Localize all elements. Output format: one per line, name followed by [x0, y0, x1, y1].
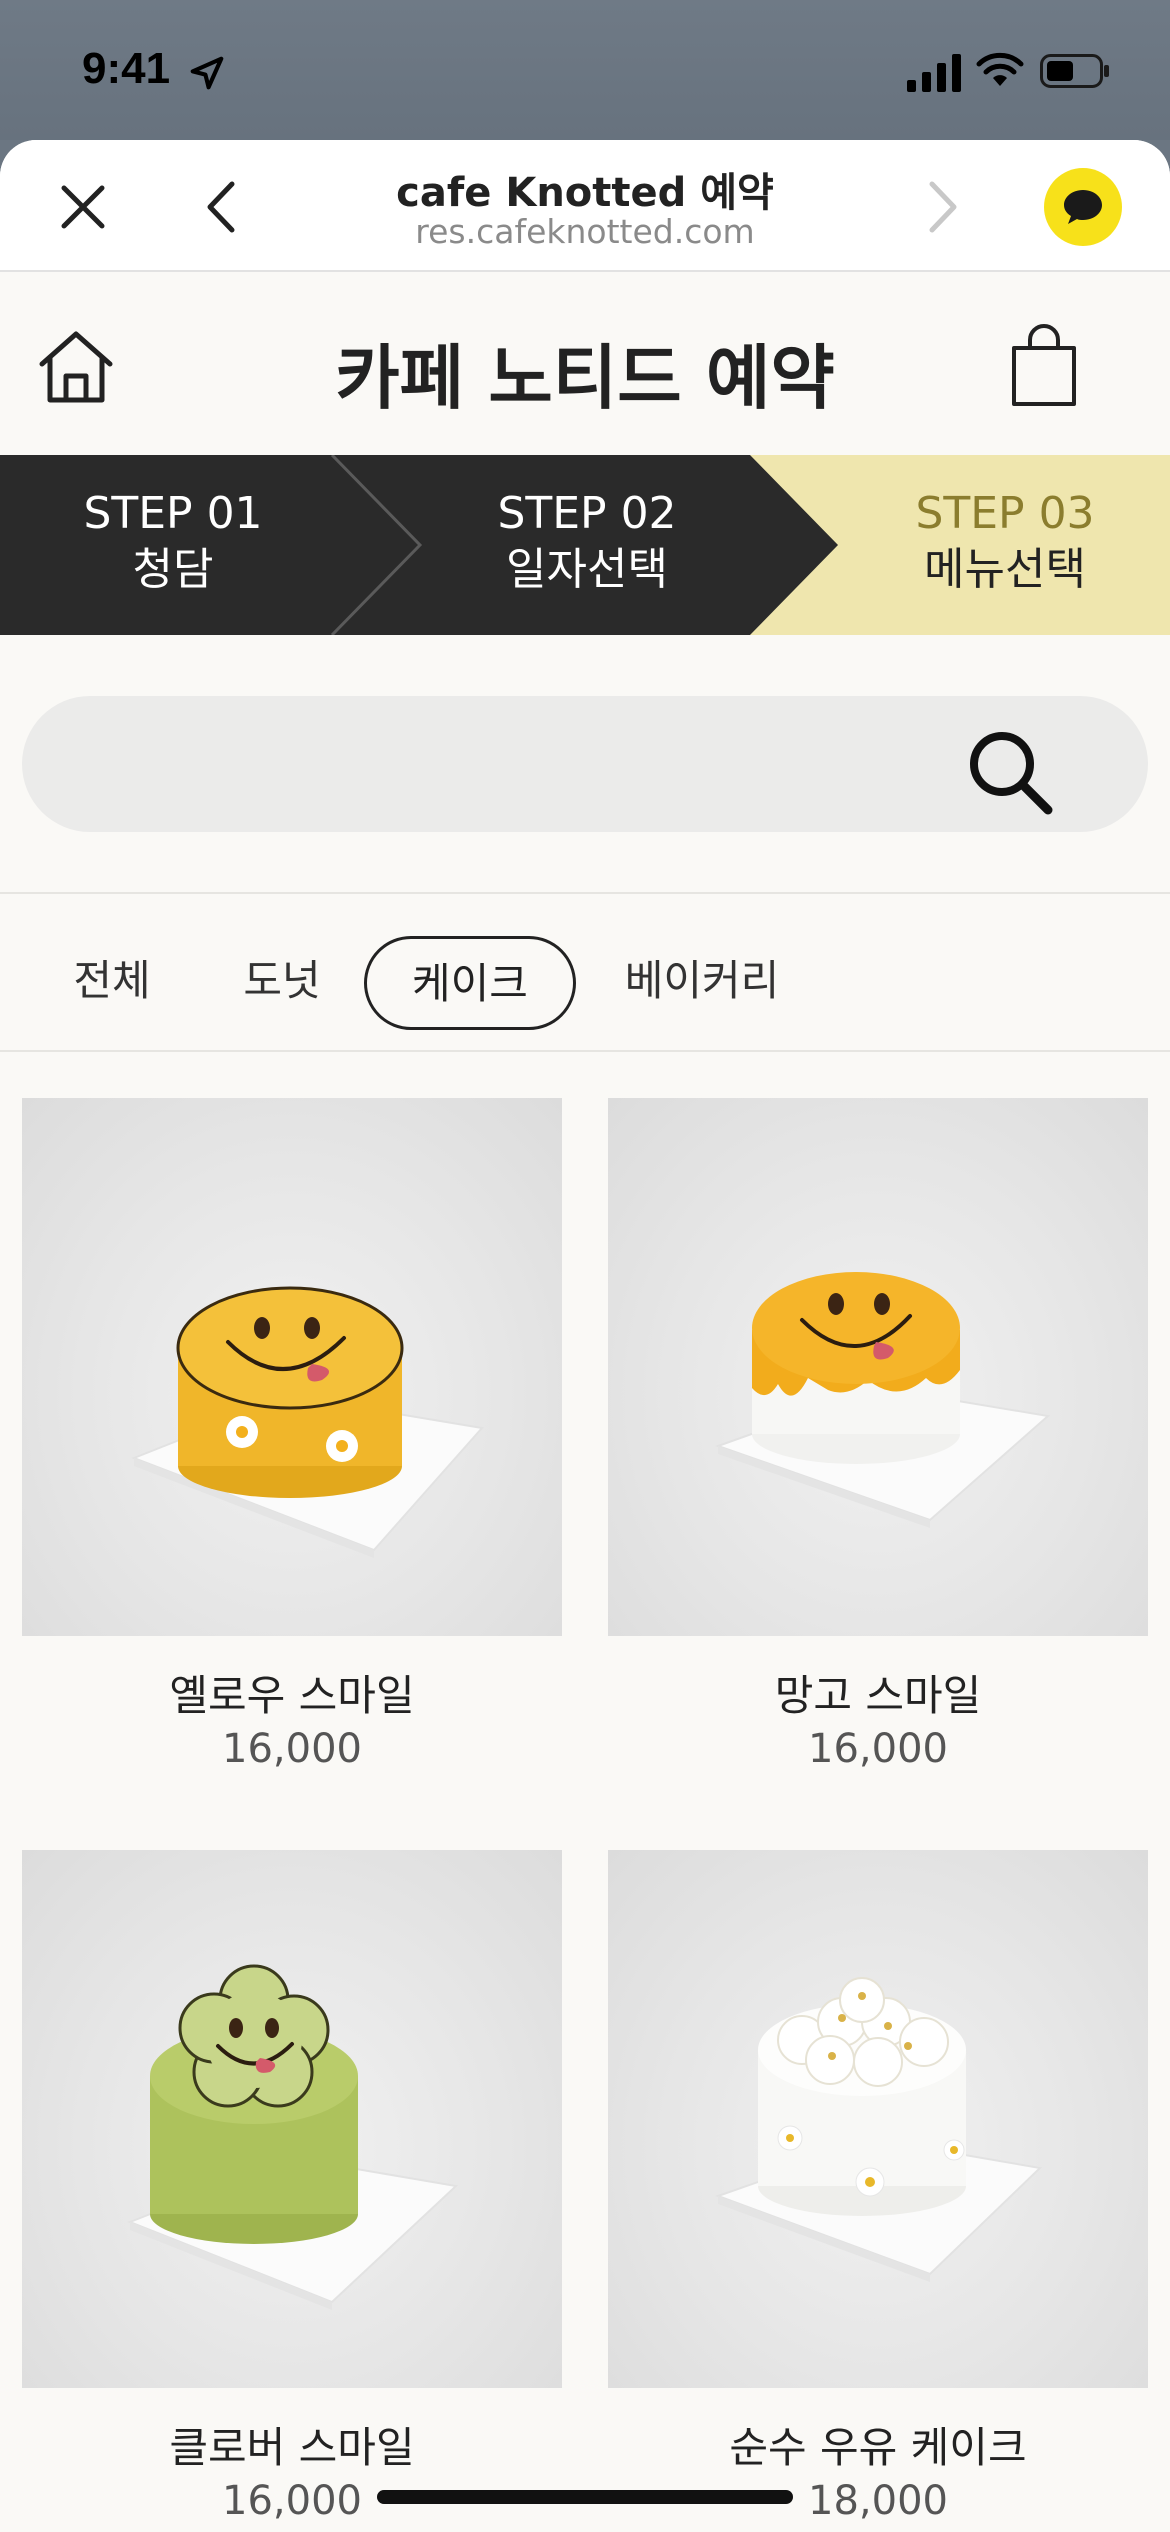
step-2-name: 일자선택: [506, 544, 668, 595]
tab-cake[interactable]: 케이크: [364, 936, 576, 1030]
product-image-mango-smile-cake[interactable]: [608, 1098, 1148, 1636]
product-name: 옐로우 스마일: [169, 1671, 415, 1720]
product-price: 16,000: [808, 1726, 948, 1772]
tab-bakery[interactable]: 베이커리: [612, 936, 792, 1030]
step-2-number: STEP 02: [497, 488, 677, 539]
cellular-signal-icon: [907, 54, 961, 92]
status-bar: 9:41: [0, 0, 1170, 140]
search-icon[interactable]: [962, 724, 1058, 820]
product-card[interactable]: 순수 우유 케이크 18,000: [608, 1850, 1148, 2524]
search-input[interactable]: [22, 696, 1148, 832]
step-1: STEP 01 청담: [0, 487, 368, 599]
product-name: 클로버 스마일: [169, 2423, 415, 2472]
step-3-number: STEP 03: [915, 488, 1095, 539]
home-indicator[interactable]: [377, 2490, 793, 2504]
product-card[interactable]: 클로버 스마일 16,000: [22, 1850, 562, 2524]
step-3-name: 메뉴선택: [924, 544, 1086, 595]
divider: [0, 892, 1170, 894]
browser-url: res.cafeknotted.com: [415, 212, 755, 251]
kakao-chat-button[interactable]: [1044, 168, 1122, 246]
battery-icon: [1040, 54, 1109, 88]
product-price: 16,000: [222, 1726, 362, 1772]
product-image-clover-smile-cake[interactable]: [22, 1850, 562, 2388]
forward-chevron-icon[interactable]: [918, 178, 966, 236]
browser-title: cafe Knotted 예약: [396, 170, 774, 216]
product-card[interactable]: 옐로우 스마일 16,000: [22, 1098, 562, 1772]
step-progress: STEP 01 청담 STEP 02 일자선택 STEP 03 메뉴선택: [0, 455, 1170, 635]
step-3: STEP 03 메뉴선택: [810, 487, 1170, 599]
category-tabs: 전체 도넛 케이크 베이커리: [0, 924, 1170, 1034]
product-card[interactable]: 망고 스마일 16,000: [608, 1098, 1148, 1772]
product-image-yellow-smile-cake[interactable]: [22, 1098, 562, 1636]
page-title: 카페 노티드 예약: [335, 337, 835, 419]
divider: [0, 1050, 1170, 1052]
browser-toolbar: cafe Knotted 예약 res.cafeknotted.com: [0, 140, 1170, 272]
step-1-number: STEP 01: [83, 488, 263, 539]
status-time: 9:41: [82, 44, 171, 93]
shopping-bag-icon[interactable]: [1010, 324, 1078, 408]
tab-donut[interactable]: 도넛: [222, 936, 342, 1030]
app-header: 카페 노티드 예약: [0, 274, 1170, 454]
product-image-pure-milk-cake[interactable]: [608, 1850, 1148, 2388]
product-name: 망고 스마일: [774, 1671, 982, 1720]
product-name: 순수 우유 케이크: [729, 2423, 1027, 2472]
step-2: STEP 02 일자선택: [392, 487, 782, 599]
tab-all[interactable]: 전체: [52, 936, 172, 1030]
chat-bubble-icon: [1064, 190, 1102, 224]
location-arrow-icon: [190, 56, 224, 90]
step-1-name: 청담: [132, 544, 214, 595]
browser-sheet: cafe Knotted 예약 res.cafeknotted.com 카페 노…: [0, 140, 1170, 2532]
wifi-icon: [976, 52, 1024, 86]
